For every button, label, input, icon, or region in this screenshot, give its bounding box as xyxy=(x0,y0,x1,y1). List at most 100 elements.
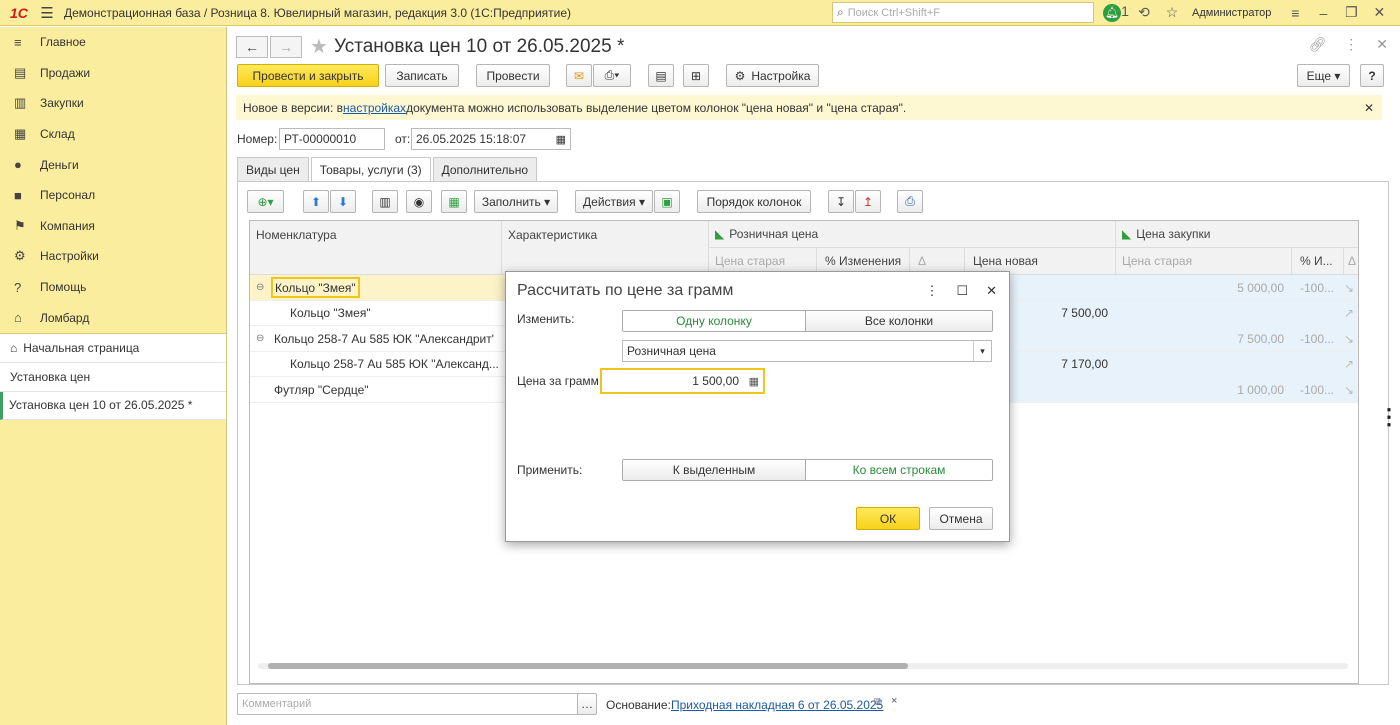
dialog-more-icon[interactable]: ⋮ xyxy=(925,283,938,299)
sidebar-item-9[interactable]: ⌂ Ломбард xyxy=(0,302,226,333)
settings-menu-icon[interactable]: ≡ xyxy=(1281,5,1309,21)
sort-asc-icon[interactable]: ↧ xyxy=(828,190,854,213)
post-button[interactable]: Провести xyxy=(476,64,550,87)
favorite-star-icon[interactable]: ★ xyxy=(310,34,328,59)
tab-goods[interactable]: Товары, услуги (3) xyxy=(310,157,431,182)
horizontal-scrollbar[interactable] xyxy=(258,663,1348,669)
sidebar-item-6[interactable]: ⚑ Компания xyxy=(0,211,226,242)
dialog-maximize-icon[interactable]: ☐ xyxy=(956,283,968,299)
current-user[interactable]: Администратор xyxy=(1186,7,1281,19)
columns-order-button[interactable]: Порядок колонок xyxy=(697,190,811,213)
global-search-input[interactable]: ⌕ Поиск Ctrl+Shift+F xyxy=(832,2,1094,23)
sidebar-home-link[interactable]: ⌂ Начальная страница xyxy=(0,333,226,363)
link-icon[interactable]: 🔗︎ xyxy=(1308,36,1326,53)
print-table-icon[interactable]: ⎙ xyxy=(897,190,923,213)
vertical-more-icon[interactable]: ⋮ xyxy=(1378,406,1400,428)
price-per-gram-label: Цена за грамм: xyxy=(517,374,603,388)
open-basis-icon[interactable]: ⧉ xyxy=(874,696,882,709)
col-retail-price[interactable]: ◣ Розничная цена xyxy=(709,221,1116,248)
fill-button[interactable]: Заполнить ▾ xyxy=(474,190,558,213)
col-characteristic[interactable]: Характеристика xyxy=(502,221,709,275)
date-field[interactable]: 26.05.2025 15:18:07 ▦ xyxy=(411,128,571,150)
col-purchase-price[interactable]: ◣ Цена закупки xyxy=(1116,221,1358,248)
chevron-down-icon[interactable]: ▾ xyxy=(973,341,991,361)
basis-link[interactable]: Приходная накладная 6 от 26.05.2025 xyxy=(671,698,883,712)
print-icon[interactable]: ⎙▾ xyxy=(593,64,631,87)
view-icon[interactable]: ◉ xyxy=(406,190,432,213)
sidebar-open-window-active[interactable]: Установка цен 10 от 26.05.2025 * xyxy=(0,391,226,421)
minimize-icon[interactable]: – xyxy=(1309,5,1337,21)
save-button[interactable]: Записать xyxy=(385,64,459,87)
one-column-option[interactable]: Одну колонку xyxy=(623,311,807,331)
cancel-button[interactable]: Отмена xyxy=(929,507,993,530)
settings-button[interactable]: ⚙ Настройка xyxy=(726,64,819,87)
clear-basis-icon[interactable]: × xyxy=(891,695,897,707)
info-close-icon[interactable]: ✕ xyxy=(1364,101,1374,115)
col-purchase-old-price[interactable]: Цена старая xyxy=(1116,248,1292,275)
apply-all-rows-option[interactable]: Ко всем строкам xyxy=(806,460,992,480)
ok-button[interactable]: ОК xyxy=(856,507,920,530)
actions-button[interactable]: Действия ▾ xyxy=(575,190,653,213)
row-new-price: 7 500,00 xyxy=(1010,300,1116,326)
row-purchase-pct: -100... xyxy=(1292,275,1344,300)
info-settings-link[interactable]: настройках xyxy=(343,101,406,115)
restore-icon[interactable]: ❐ xyxy=(1337,4,1365,21)
notifications-bell-icon[interactable]: 🔔︎ 1 xyxy=(1102,3,1130,22)
number-field[interactable]: РТ-00000010 xyxy=(279,128,385,150)
scrollbar-thumb[interactable] xyxy=(268,663,908,669)
sidebar-open-window[interactable]: Установка цен xyxy=(0,362,226,392)
close-form-icon[interactable]: ✕ xyxy=(1376,36,1388,53)
sidebar-item-label: Настройки xyxy=(40,249,99,264)
tab-price-types[interactable]: Виды цен xyxy=(237,157,309,181)
barcode-icon[interactable]: ▥ xyxy=(372,190,398,213)
calculator-icon[interactable]: ▦ xyxy=(749,375,759,388)
help-button[interactable]: ? xyxy=(1360,64,1384,87)
sort-desc-icon[interactable]: ↥ xyxy=(855,190,881,213)
col-nomenclature[interactable]: Номенклатура xyxy=(250,221,502,275)
move-up-icon[interactable]: ⬆ xyxy=(303,190,329,213)
excel-icon[interactable]: ▣ xyxy=(654,190,680,213)
money-icon: ● xyxy=(14,157,22,173)
post-and-close-button[interactable]: Провести и закрыть xyxy=(237,64,379,87)
all-columns-option[interactable]: Все колонки xyxy=(806,311,992,331)
sidebar-item-1[interactable]: ▤ Продажи xyxy=(0,58,226,89)
dialog-close-icon[interactable]: ✕ xyxy=(986,283,997,299)
sidebar-item-7[interactable]: ⚙ Настройки xyxy=(0,241,226,272)
add-row-icon[interactable]: ⊕▾ xyxy=(247,190,284,213)
more-vert-icon[interactable]: ⋮ xyxy=(1344,36,1358,53)
row-purchase-pct: -100... xyxy=(1292,326,1344,351)
sidebar-item-5[interactable]: ■ Персонал xyxy=(0,180,226,211)
back-arrow-icon[interactable]: ← xyxy=(236,35,268,58)
sidebar-item-3[interactable]: ▦ Склад xyxy=(0,119,226,150)
column-select-value: Розничная цена xyxy=(627,344,716,358)
history-icon[interactable]: ⟲ xyxy=(1130,4,1158,21)
tree-toggle-icon[interactable]: ⊖ xyxy=(256,326,268,351)
close-icon[interactable]: ✕ xyxy=(1365,4,1393,21)
sidebar-item-label: Персонал xyxy=(40,188,96,203)
report-icon[interactable]: ▤ xyxy=(648,64,674,87)
comment-expand-button[interactable]: … xyxy=(577,693,597,715)
sidebar-item-8[interactable]: ? Помощь xyxy=(0,272,226,303)
apply-selected-option[interactable]: К выделенным xyxy=(623,460,807,480)
tree-toggle-icon[interactable]: ⊖ xyxy=(256,275,268,300)
menu-icon: ≡ xyxy=(14,34,22,50)
sidebar-item-4[interactable]: ● Деньги xyxy=(0,149,226,180)
move-down-icon[interactable]: ⬇ xyxy=(330,190,356,213)
col-purchase-pct[interactable]: % И... xyxy=(1292,248,1344,275)
tab-additional[interactable]: Дополнительно xyxy=(432,157,537,181)
comment-field[interactable]: Комментарий xyxy=(237,693,595,715)
column-select[interactable]: Розничная цена ▾ xyxy=(622,340,992,362)
structure-icon[interactable]: ⊞ xyxy=(683,64,709,87)
more-button[interactable]: Еще ▾ xyxy=(1297,64,1350,87)
main-menu-icon[interactable]: ☰ xyxy=(34,4,60,22)
table-icon[interactable]: ▦ xyxy=(441,190,467,213)
sidebar-item-2[interactable]: ▥ Закупки xyxy=(0,88,226,119)
calendar-icon[interactable]: ▦ xyxy=(556,133,566,146)
favorites-star-icon[interactable]: ☆ xyxy=(1158,4,1186,21)
price-per-gram-input[interactable]: 1 500,00 ▦ xyxy=(600,368,765,394)
sidebar-item-0[interactable]: ≡ Главное xyxy=(0,27,226,58)
flag-icon: ⚑ xyxy=(14,217,26,233)
col-purchase-delta[interactable]: Δ xyxy=(1344,248,1358,275)
forward-arrow-icon[interactable]: → xyxy=(270,35,302,58)
mail-icon[interactable]: ✉ xyxy=(566,64,592,87)
